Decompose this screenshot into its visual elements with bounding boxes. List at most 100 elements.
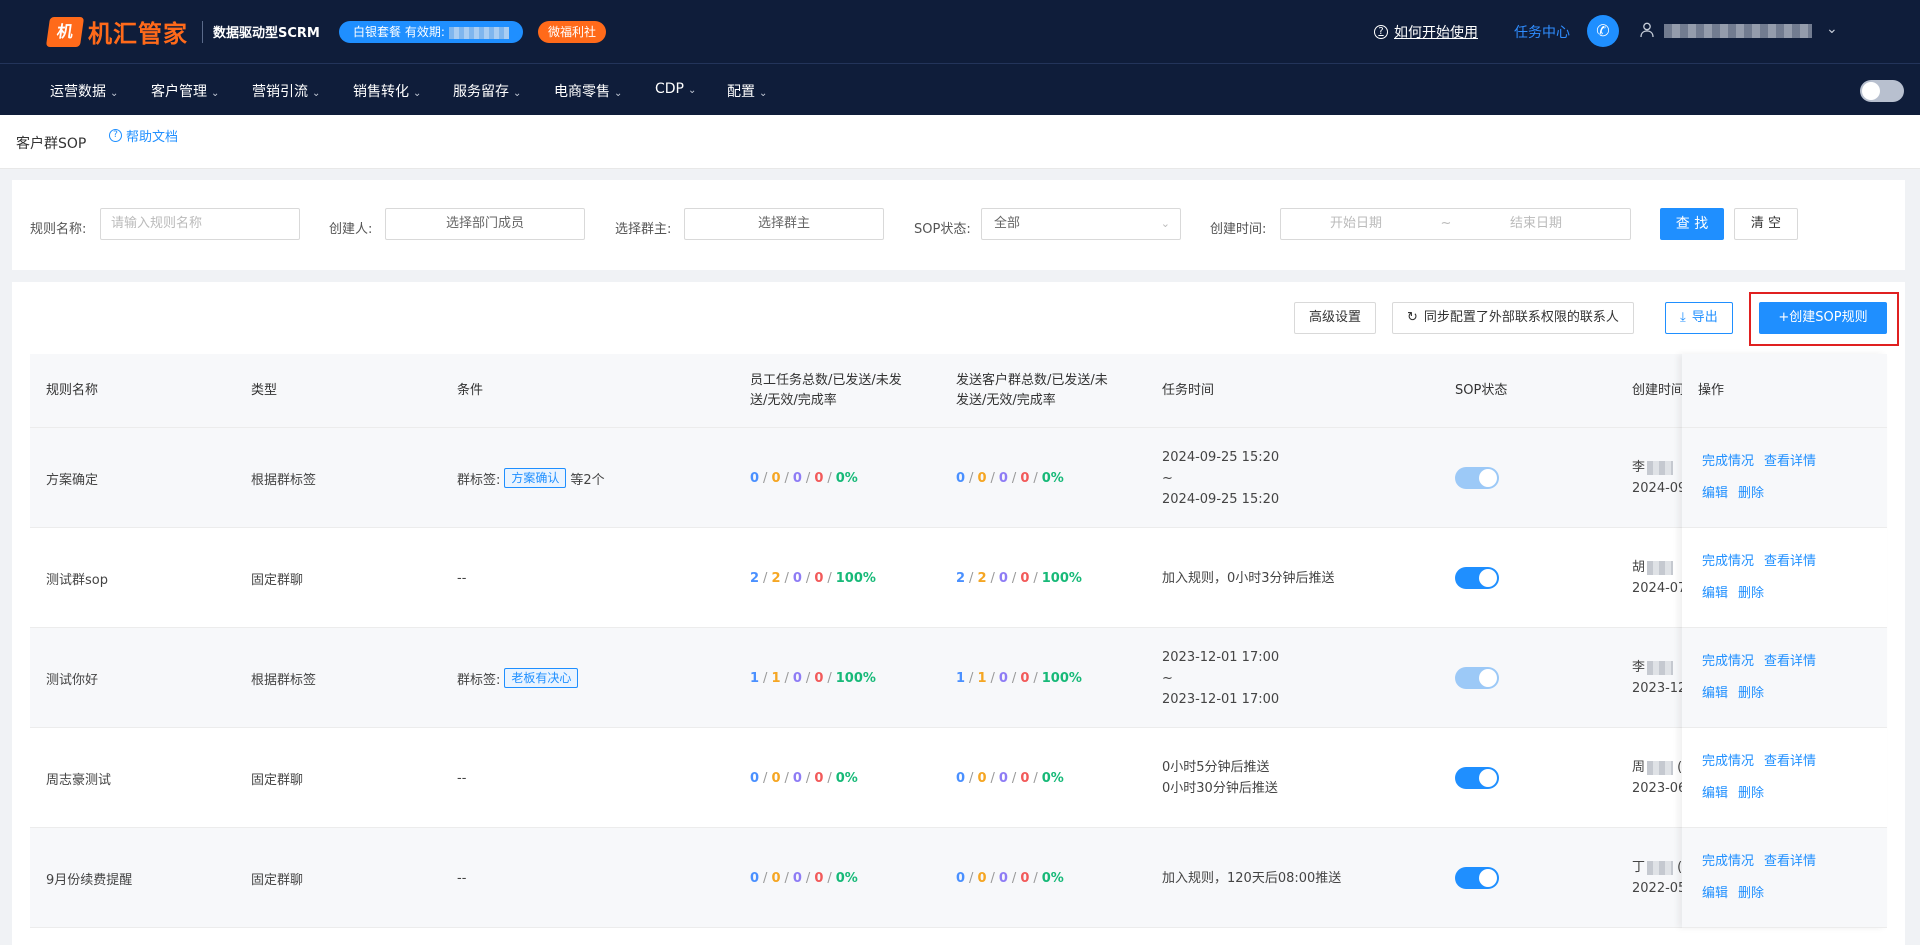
staff-stats: 0/0/0/0/0% [750,828,858,928]
sop-status-toggle[interactable] [1455,767,1499,789]
table-header: 规则名称 类型 条件 员工任务总数/已发送/未发 送/无效/完成率 发送客户群总… [30,354,1887,428]
nav-item-marketing[interactable]: 营销引流 ⌄ [252,81,320,101]
creator-select[interactable]: 选择部门成员 [385,208,585,240]
stat-sep: / [969,470,974,486]
group-stats: 0/0/0/0/0% [956,828,1064,928]
sop-status-toggle[interactable] [1455,867,1499,889]
rule-name: 9月份续费提醒 [46,872,133,888]
sop-status-select[interactable]: 全部 ⌄ [981,208,1181,240]
nav-item-config[interactable]: 配置 ⌄ [727,81,767,101]
delete-link[interactable]: 删除 [1738,786,1764,801]
edit-link[interactable]: 编辑 [1702,686,1728,701]
stat-rate: 0% [835,870,858,886]
stat-sep: / [1011,870,1017,886]
export-button[interactable]: ⤓ 导出 [1665,302,1733,334]
advanced-settings-button[interactable]: 高级设置 [1294,302,1377,334]
user-name-redacted[interactable] [1664,24,1812,38]
help-doc-link[interactable]: ? 帮助文档 [109,126,178,145]
page-header: 客户群SOP ? 帮助文档 [0,115,1920,169]
view-details-link[interactable]: 查看详情 [1764,754,1816,769]
search-button[interactable]: 查 找 [1660,208,1724,240]
view-details-link[interactable]: 查看详情 [1764,654,1816,669]
logo[interactable]: 机 机汇管家 数据驱动型SCRM [45,14,320,49]
delete-link[interactable]: 删除 [1738,586,1764,601]
stat-invalid: 0 [814,770,824,786]
created-date-range[interactable]: 开始日期 ~ 结束日期 [1280,208,1631,240]
sop-status-toggle[interactable] [1455,467,1499,489]
chevron-down-icon: ⌄ [110,88,119,99]
stat-sep: / [990,570,995,586]
stat-sent: 2 [771,570,781,586]
completion-link[interactable]: 完成情况 [1702,854,1754,869]
task-time-start: 2023-12-01 17:00 [1162,649,1280,665]
stat-invalid: 0 [814,870,824,886]
completion-link[interactable]: 完成情况 [1702,554,1754,569]
col-header-staff-stats: 员工任务总数/已发送/未发 送/无效/完成率 [750,354,902,428]
stat-unsent: 0 [998,470,1008,486]
nav-item-service-retention[interactable]: 服务留存 ⌄ [453,81,521,101]
sync-contacts-button[interactable]: ↻ 同步配置了外部联系权限的联系人 [1392,302,1634,334]
stat-sep: / [763,770,768,786]
nav-item-cdp[interactable]: CDP ⌄ [655,81,696,97]
create-sop-rule-button[interactable]: +创建SOP规则 [1759,302,1887,334]
col-header-condition: 条件 [457,383,484,398]
nav-item-customer-management[interactable]: 客户管理 ⌄ [151,81,219,101]
stat-sep: / [1011,670,1017,686]
chevron-down-icon[interactable]: ⌄ [1826,21,1838,37]
stat-sep: / [1033,870,1038,886]
download-icon: ⤓ [1680,310,1686,325]
theme-toggle[interactable] [1860,80,1904,102]
edit-link[interactable]: 编辑 [1702,786,1728,801]
delete-link[interactable]: 删除 [1738,686,1764,701]
sop-status-toggle[interactable] [1455,667,1499,689]
task-center-link[interactable]: 任务中心 [1514,22,1570,42]
stat-total: 0 [956,770,966,786]
welfare-badge[interactable]: 微福利社 [538,21,607,43]
stat-rate: 100% [1041,570,1082,586]
col-header-task-time: 任务时间 [1162,383,1215,398]
nav-item-ecommerce[interactable]: 电商零售 ⌄ [554,81,622,101]
stat-sep: / [990,470,995,486]
rule-name: 方案确定 [46,472,99,488]
rule-name-input[interactable]: 请输入规则名称 [100,208,300,240]
task-time: 加入规则，120天后08:00推送 [1162,828,1341,928]
stat-sep: / [1033,570,1038,586]
group-tag: 方案确认 [504,468,567,488]
edit-link[interactable]: 编辑 [1702,886,1728,901]
filter-panel: 规则名称: 请输入规则名称 创建人: 选择部门成员 选择群主: 选择群主 SOP… [12,180,1905,270]
stat-sent: 0 [977,770,987,786]
stat-unsent: 0 [792,470,802,486]
completion-link[interactable]: 完成情况 [1702,454,1754,469]
col-header-staff-stats-line2: 送/无效/完成率 [750,393,837,408]
view-details-link[interactable]: 查看详情 [1764,854,1816,869]
delete-link[interactable]: 删除 [1738,886,1764,901]
edit-link[interactable]: 编辑 [1702,586,1728,601]
nav-item-operations-data[interactable]: 运营数据 ⌄ [50,81,118,101]
stat-rate: 0% [1041,470,1064,486]
stat-sep: / [763,570,768,586]
nav-item-label: 营销引流 [252,84,308,100]
completion-link[interactable]: 完成情况 [1702,654,1754,669]
delete-link[interactable]: 删除 [1738,486,1764,501]
table-row: 9月份续费提醒 固定群聊 -- 0/0/0/0/0% 0/0/0/0/0% 加入… [30,828,1887,928]
stat-sep: / [784,770,789,786]
sop-status-toggle[interactable] [1455,567,1499,589]
rule-condition: -- [457,570,467,586]
end-date-input[interactable]: 结束日期 [1461,209,1611,239]
nav-item-sales[interactable]: 销售转化 ⌄ [353,81,421,101]
clear-button[interactable]: 清 空 [1734,208,1798,240]
stat-sep: / [805,770,811,786]
stat-rate: 0% [835,770,858,786]
logo-text: 机汇管家 [88,20,188,48]
completion-link[interactable]: 完成情况 [1702,754,1754,769]
rule-type: 固定群聊 [251,772,304,788]
help-start-link[interactable]: ? 如何开始使用 [1374,22,1478,42]
sop-status [1455,628,1499,728]
edit-link[interactable]: 编辑 [1702,486,1728,501]
view-details-link[interactable]: 查看详情 [1764,454,1816,469]
view-details-link[interactable]: 查看详情 [1764,554,1816,569]
start-date-input[interactable]: 开始日期 [1281,209,1431,239]
group-owner-select[interactable]: 选择群主 [684,208,884,240]
staff-stats: 2/2/0/0/100% [750,528,876,628]
phone-icon[interactable]: ✆ [1587,15,1619,47]
